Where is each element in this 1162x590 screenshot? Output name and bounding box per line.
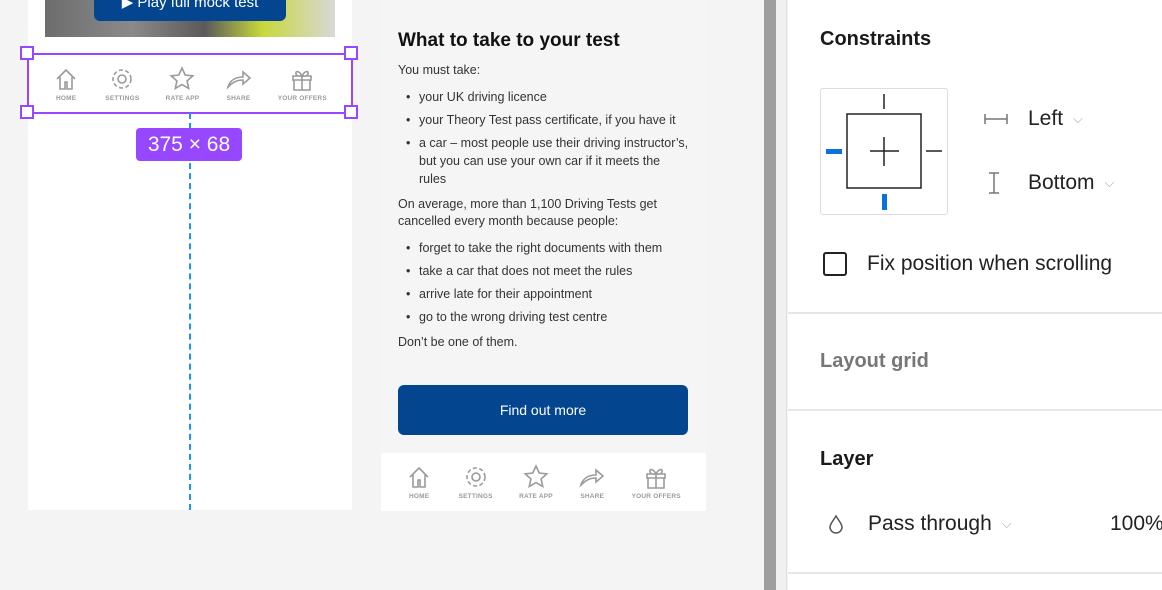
share-icon	[579, 468, 605, 488]
chevron-down-icon: ⌵	[1073, 111, 1083, 126]
resize-handle-bottom-right[interactable]	[344, 105, 358, 119]
home-icon	[409, 466, 429, 488]
size-label: 375 × 68	[136, 128, 242, 161]
blend-mode-dropdown[interactable]: Pass through ⌵	[828, 512, 1012, 536]
gift-icon	[646, 468, 666, 489]
center-guide-line	[189, 113, 191, 510]
panel-gutter	[776, 0, 787, 590]
list-item: go to the wrong driving test centre	[398, 308, 689, 326]
article-intro: You must take:	[398, 63, 481, 77]
constraints-diagram-icon	[826, 94, 942, 210]
layer-title: Layer	[820, 448, 874, 470]
list-item: take a car that does not meet the rules	[398, 262, 689, 280]
bottom-nav[interactable]: HOME SETTINGS RATE APP SHARE YOUR OFFERS	[381, 453, 706, 511]
divider	[788, 409, 1162, 411]
layout-grid-title[interactable]: Layout grid	[820, 350, 929, 373]
find-out-more-button[interactable]: Find out more	[398, 385, 688, 435]
nav-item-settings[interactable]: SETTINGS	[459, 464, 493, 500]
list-item: arrive late for their appointment	[398, 285, 689, 303]
list-cancel-reasons: forget to take the right documents with …	[398, 239, 689, 326]
nav-label: YOUR OFFERS	[631, 493, 681, 500]
horizontal-constraint-value: Left	[1028, 107, 1064, 130]
nav-label: RATE APP	[519, 493, 553, 500]
divider	[788, 312, 1162, 314]
blend-mode-value: Pass through	[868, 512, 992, 535]
nav-item-home[interactable]: HOME	[406, 464, 432, 500]
play-mock-test-button[interactable]: ▶ Play full mock test	[94, 0, 286, 21]
opacity-input[interactable]: 100%	[1110, 512, 1162, 536]
list-item: a car – most people use their driving in…	[398, 134, 689, 188]
horizontal-constraint-icon	[984, 114, 1008, 124]
nav-item-rate-app[interactable]: RATE APP	[519, 464, 553, 500]
constraints-widget[interactable]	[820, 88, 948, 215]
list-take: your UK driving licence your Theory Test…	[398, 88, 689, 188]
chevron-down-icon: ⌵	[1104, 175, 1115, 190]
canvas-scrollbar[interactable]	[764, 0, 776, 590]
article-outro: Don’t be one of them.	[398, 335, 518, 349]
gear-icon	[465, 467, 486, 487]
nav-label: HOME	[409, 493, 430, 500]
nav-item-your-offers[interactable]: YOUR OFFERS	[632, 464, 681, 500]
drop-icon	[829, 514, 843, 534]
properties-panel: Constraints Left ⌵ Bottom ⌵ Fix position w…	[788, 0, 1162, 590]
horizontal-constraint-dropdown[interactable]: Left ⌵	[984, 107, 1083, 131]
vertical-constraint-dropdown[interactable]: Bottom ⌵	[988, 171, 1114, 195]
nav-label: SETTINGS	[458, 493, 493, 500]
vertical-constraint-icon	[989, 172, 999, 194]
vertical-constraint-value: Bottom	[1028, 171, 1095, 194]
list-item: forget to take the right documents with …	[398, 239, 689, 257]
chevron-down-icon: ⌵	[1001, 516, 1012, 531]
article-title: What to take to your test	[398, 30, 620, 51]
divider	[788, 572, 1162, 574]
nav-item-share[interactable]: SHARE	[579, 464, 605, 500]
list-item: your Theory Test pass certificate, if yo…	[398, 111, 689, 129]
resize-handle-top-right[interactable]	[344, 46, 358, 60]
fix-position-label: Fix position when scrolling	[867, 252, 1113, 275]
resize-handle-top-left[interactable]	[20, 46, 34, 60]
resize-handle-bottom-left[interactable]	[20, 105, 34, 119]
selection-outline	[27, 53, 353, 114]
nav-label: SHARE	[580, 493, 605, 500]
list-item: your UK driving licence	[398, 88, 689, 106]
fix-position-checkbox[interactable]: Fix position when scrolling	[823, 252, 1112, 276]
article-paragraph: On average, more than 1,100 Driving Test…	[398, 197, 657, 228]
checkbox-box[interactable]	[823, 252, 847, 276]
star-icon	[523, 464, 549, 488]
constraints-title: Constraints	[820, 28, 932, 50]
